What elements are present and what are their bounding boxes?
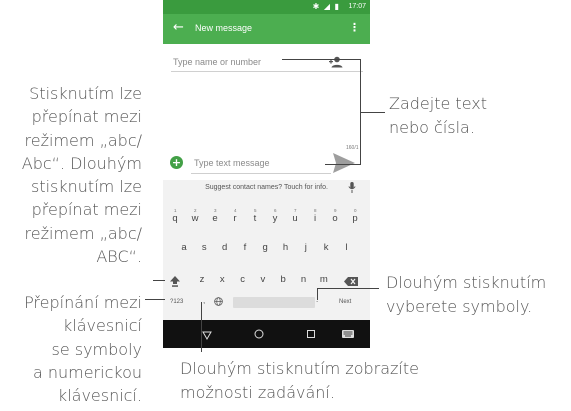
plus-icon[interactable]: + xyxy=(170,156,183,169)
bluetooth-icon: ✱ xyxy=(312,2,321,11)
status-icons: ✱ ◢ ▮ xyxy=(313,2,340,11)
space-bar[interactable] xyxy=(233,297,315,308)
key-k[interactable]: k xyxy=(320,242,332,253)
backspace-icon[interactable] xyxy=(344,277,358,286)
navigation-bar xyxy=(163,320,370,348)
next-key[interactable]: Next xyxy=(339,299,351,305)
char-counter: 160/1 xyxy=(346,145,359,151)
signal-icon: ◢ xyxy=(323,2,332,11)
key-u[interactable]: u xyxy=(289,213,301,224)
home-circle-icon[interactable] xyxy=(244,320,274,348)
arrow-left-icon[interactable]: ← xyxy=(173,20,184,35)
recipient-underline xyxy=(171,71,363,72)
key-n[interactable]: n xyxy=(298,274,310,285)
keyboard-switch-icon[interactable] xyxy=(333,320,363,348)
leader-line-period-v xyxy=(317,288,318,300)
shift-icon[interactable] xyxy=(170,276,180,287)
leader-line-shift xyxy=(153,280,165,281)
key-v[interactable]: v xyxy=(257,274,269,285)
comma-key[interactable]: , xyxy=(203,296,205,305)
key-j[interactable]: j xyxy=(300,242,312,253)
leader-line-period-h xyxy=(317,288,379,289)
key-r[interactable]: r xyxy=(229,213,241,224)
key-s[interactable]: s xyxy=(198,242,210,253)
key-h[interactable]: h xyxy=(280,242,292,253)
callout-text-input: Zadejte text nebo čísla. xyxy=(389,94,487,137)
key-a[interactable]: a xyxy=(178,242,190,253)
more-vert-icon[interactable]: ⋮ xyxy=(349,21,360,34)
status-time: 17:07 xyxy=(348,3,366,10)
battery-icon: ▮ xyxy=(334,2,340,11)
key-q[interactable]: q xyxy=(169,213,181,224)
leader-line-comma xyxy=(201,302,202,352)
callout-symbols-key: Přepínání mezi klávesnicí se symboly a n… xyxy=(24,293,142,406)
key-d[interactable]: d xyxy=(219,242,231,253)
keyboard: Suggest contact names? Touch for info. 1… xyxy=(163,180,370,320)
key-x[interactable]: x xyxy=(216,274,228,285)
phone-screen: ✱ ◢ ▮ 17:07 ← New message ⋮ Type name or… xyxy=(163,0,370,373)
page-title: New message xyxy=(195,23,253,33)
key-b[interactable]: b xyxy=(277,274,289,285)
key-o[interactable]: o xyxy=(329,213,341,224)
callout-comma-key: Dlouhým stisknutím zobrazíte možnosti za… xyxy=(180,359,419,402)
leader-line-recipient xyxy=(282,59,361,60)
key-e[interactable]: e xyxy=(209,213,221,224)
back-triangle-icon[interactable] xyxy=(192,320,222,348)
status-bar: ✱ ◢ ▮ 17:07 xyxy=(163,0,370,14)
key-c[interactable]: c xyxy=(237,274,249,285)
message-underline xyxy=(191,173,331,174)
key-i[interactable]: i xyxy=(309,213,321,224)
suggestion-bar[interactable]: Suggest contact names? Touch for info. xyxy=(163,184,370,191)
app-bar: ← New message ⋮ xyxy=(163,14,370,44)
recipient-input[interactable]: Type name or number xyxy=(173,57,261,67)
callout-period-key: Dlouhým stisknutím vyberete symboly. xyxy=(386,273,547,316)
microphone-icon[interactable] xyxy=(348,182,356,193)
leader-line-message xyxy=(325,164,360,165)
symbols-key[interactable]: ?123 xyxy=(170,299,183,305)
message-input[interactable]: Type text message xyxy=(194,158,270,168)
key-f[interactable]: f xyxy=(239,242,251,253)
recents-square-icon[interactable] xyxy=(296,320,326,348)
key-w[interactable]: w xyxy=(189,213,201,224)
leader-line-right xyxy=(361,112,385,113)
key-g[interactable]: g xyxy=(259,242,271,253)
callout-shift-key: Stisknutím lze přepínat mezi režimem „ab… xyxy=(21,84,142,267)
leader-line-symbols xyxy=(145,299,165,300)
send-icon[interactable] xyxy=(332,152,356,174)
key-p[interactable]: p xyxy=(349,213,361,224)
key-m[interactable]: m xyxy=(318,274,330,285)
globe-icon[interactable] xyxy=(214,297,223,306)
key-l[interactable]: l xyxy=(340,242,352,253)
add-contact-icon[interactable] xyxy=(329,56,343,68)
key-t[interactable]: t xyxy=(249,213,261,224)
key-z[interactable]: z xyxy=(196,274,208,285)
key-y[interactable]: y xyxy=(269,213,281,224)
